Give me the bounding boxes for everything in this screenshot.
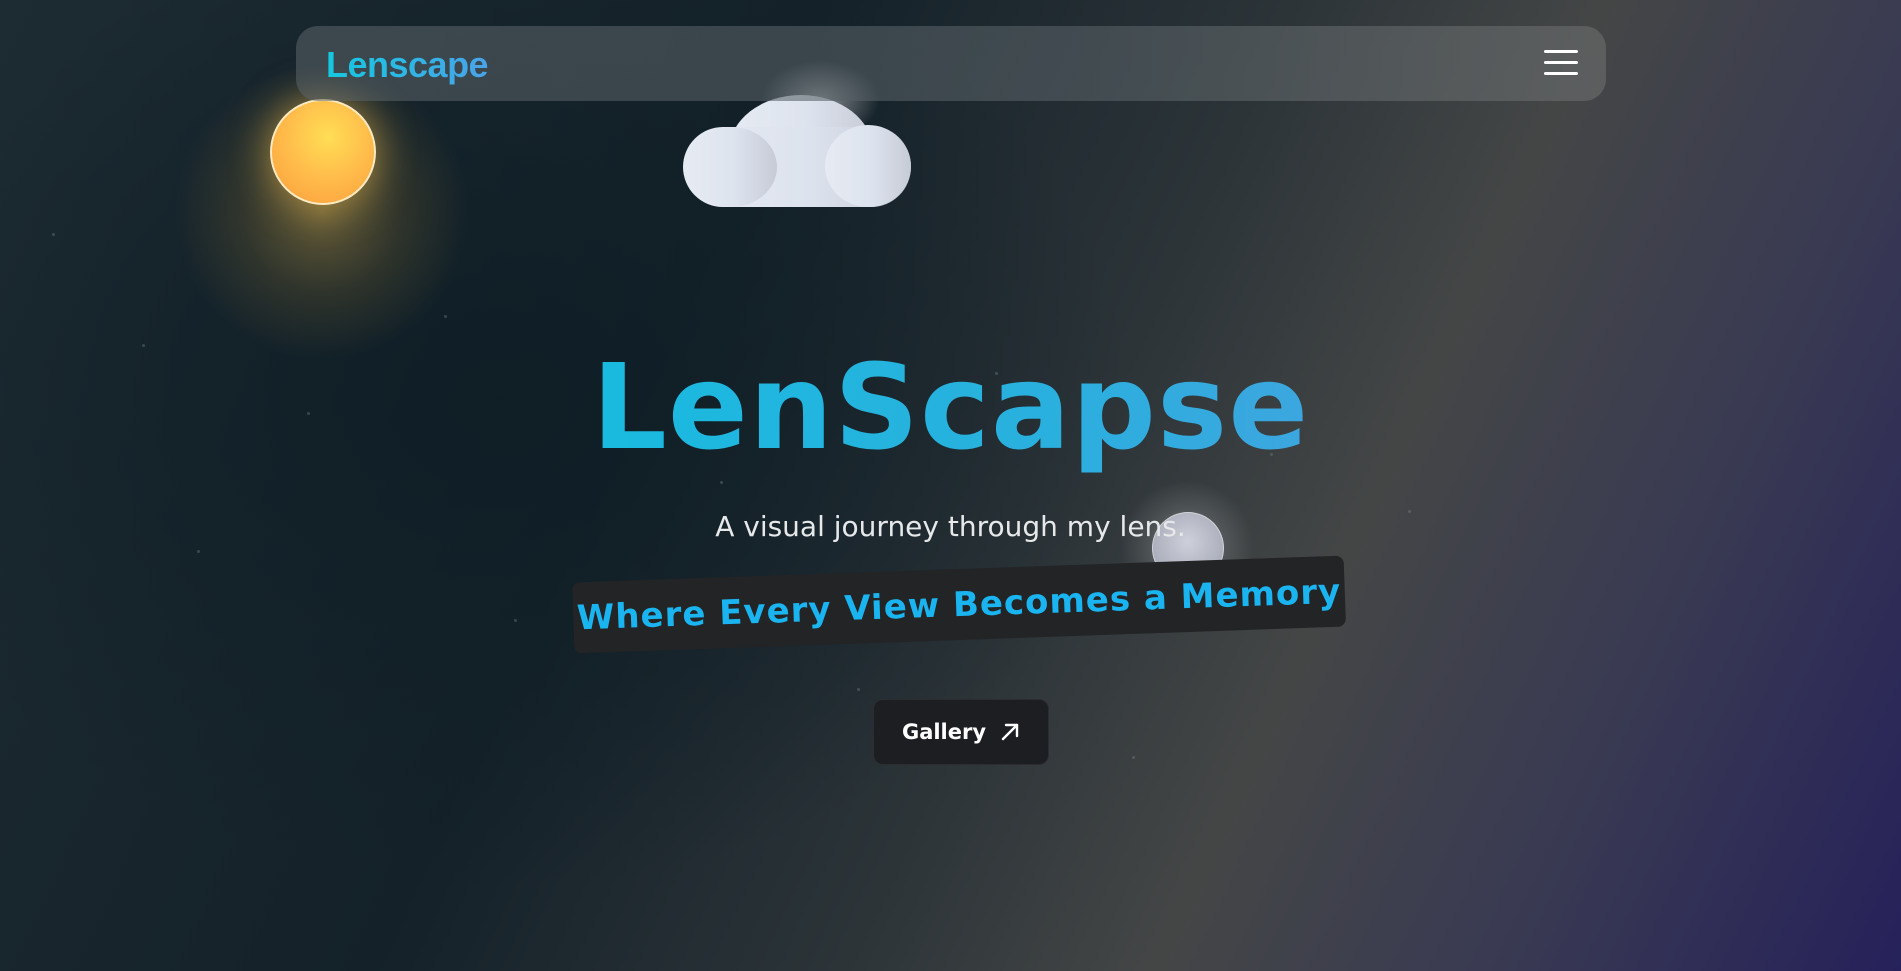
star-decoration — [857, 688, 860, 691]
star-decoration — [52, 233, 55, 236]
hero-tagline: A visual journey through my lens. — [715, 510, 1186, 543]
star-decoration — [1132, 756, 1135, 759]
gallery-button-label: Gallery — [901, 720, 987, 744]
sun-icon — [270, 99, 376, 205]
gallery-button[interactable]: Gallery — [873, 699, 1049, 765]
navbar: Lenscape — [296, 26, 1606, 101]
hamburger-menu-icon[interactable] — [1544, 50, 1578, 76]
brand-logo[interactable]: Lenscape — [326, 44, 489, 86]
star-decoration — [444, 315, 447, 318]
arrow-up-right-icon — [1001, 723, 1019, 741]
star-decoration — [197, 550, 200, 553]
hero-title: LenScapse — [0, 332, 1901, 482]
cloud-icon — [683, 95, 911, 207]
star-decoration — [514, 619, 517, 622]
hero-ribbon: Where Every View Becomes a Memory — [571, 555, 1347, 654]
hero-ribbon-text: Where Every View Becomes a Memory — [576, 571, 1342, 638]
